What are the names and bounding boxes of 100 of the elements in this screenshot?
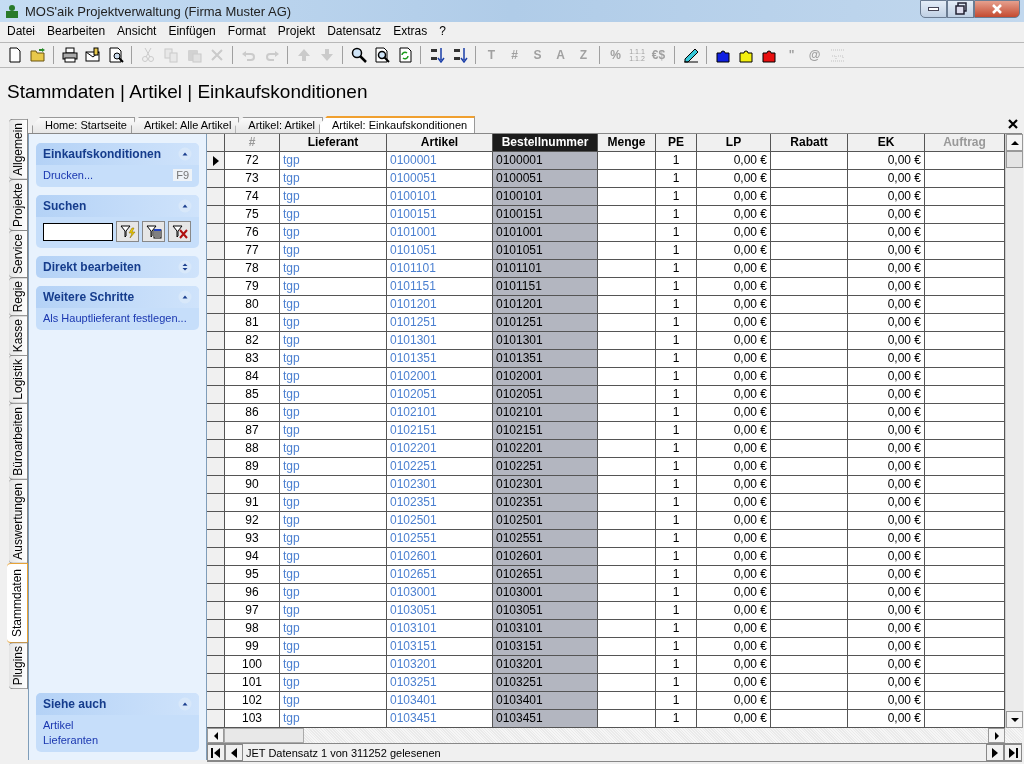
- row-selector[interactable]: [207, 278, 225, 296]
- column-header[interactable]: Menge: [598, 134, 656, 152]
- document-tab[interactable]: Home: Startseite: [32, 117, 135, 133]
- table-cell: 0103051: [493, 602, 598, 620]
- minimize-button[interactable]: [920, 0, 947, 18]
- row-selector[interactable]: [207, 224, 225, 242]
- close-icon[interactable]: [1006, 117, 1020, 131]
- side-tab[interactable]: Stammdaten: [7, 562, 28, 643]
- restore-button[interactable]: [947, 0, 974, 18]
- side-tab[interactable]: Allgemein: [9, 119, 28, 180]
- document-tab[interactable]: Artikel: Alle Artikel: [130, 117, 240, 133]
- row-selector[interactable]: [207, 242, 225, 260]
- side-tab[interactable]: Büroarbeiten: [9, 403, 28, 480]
- row-selector[interactable]: [207, 386, 225, 404]
- table-cell: tgp: [280, 224, 387, 242]
- filter-button[interactable]: [116, 221, 139, 242]
- side-tab[interactable]: Auswertungen: [9, 478, 28, 564]
- row-selector[interactable]: [207, 296, 225, 314]
- column-header[interactable]: EK: [848, 134, 925, 152]
- row-selector[interactable]: [207, 638, 225, 656]
- column-header[interactable]: PE: [656, 134, 697, 152]
- scroll-down-button[interactable]: [1006, 711, 1023, 728]
- row-selector[interactable]: [207, 566, 225, 584]
- row-selector[interactable]: [207, 350, 225, 368]
- side-tab[interactable]: Service: [9, 229, 28, 278]
- row-selector[interactable]: [207, 530, 225, 548]
- row-selector[interactable]: [207, 674, 225, 692]
- table-cell: 0,00 €: [848, 458, 925, 476]
- row-selector[interactable]: [207, 692, 225, 710]
- task-link[interactable]: Drucken...: [43, 169, 94, 181]
- row-selector[interactable]: [207, 404, 225, 422]
- scroll-left-button[interactable]: [207, 728, 224, 743]
- menu-item[interactable]: Bearbeiten: [41, 24, 112, 38]
- scroll-up-button[interactable]: [1006, 134, 1023, 151]
- column-header[interactable]: Bestellnummer: [493, 134, 598, 152]
- table-cell: [598, 152, 656, 170]
- row-selector[interactable]: [207, 314, 225, 332]
- side-tab[interactable]: Regie: [9, 276, 28, 317]
- task-link[interactable]: Als Hauptlieferant festlegen...: [43, 312, 187, 324]
- table-cell: 0102501: [493, 512, 598, 530]
- document-tab[interactable]: Artikel: Artikel: [235, 117, 323, 133]
- row-selector[interactable]: [207, 422, 225, 440]
- scrollbar-thumb[interactable]: [224, 728, 304, 743]
- side-tab[interactable]: Plugins: [9, 641, 28, 689]
- next-record-button[interactable]: [986, 744, 1004, 761]
- table-cell: 0100051: [493, 170, 598, 188]
- table-cell: tgp: [280, 260, 387, 278]
- filter-button[interactable]: [168, 221, 191, 242]
- table-cell: 75: [225, 206, 280, 224]
- menu-item[interactable]: ?: [433, 24, 452, 38]
- scroll-right-button[interactable]: [988, 728, 1005, 743]
- column-header[interactable]: Rabatt: [771, 134, 848, 152]
- row-selector[interactable]: [207, 512, 225, 530]
- table-cell: [598, 350, 656, 368]
- previous-record-button[interactable]: [225, 744, 243, 761]
- row-selector[interactable]: [207, 206, 225, 224]
- row-selector[interactable]: [207, 260, 225, 278]
- menu-item[interactable]: Format: [221, 24, 272, 38]
- scrollbar-thumb[interactable]: [1006, 151, 1023, 168]
- row-selector[interactable]: [207, 368, 225, 386]
- first-record-button[interactable]: [207, 744, 225, 761]
- table-cell: [598, 494, 656, 512]
- task-link[interactable]: Artikel: [43, 719, 74, 731]
- column-header[interactable]: LP: [697, 134, 771, 152]
- row-selector[interactable]: [207, 476, 225, 494]
- menu-item[interactable]: Einfügen: [162, 24, 222, 38]
- column-header[interactable]: Artikel: [387, 134, 493, 152]
- row-selector[interactable]: [207, 332, 225, 350]
- side-tab[interactable]: Logistik: [9, 355, 28, 405]
- menu-item[interactable]: Extras: [387, 24, 434, 38]
- side-tab[interactable]: Projekte: [9, 178, 28, 231]
- row-selector[interactable]: [207, 602, 225, 620]
- row-selector[interactable]: [207, 188, 225, 206]
- table-cell: 0,00 €: [848, 692, 925, 710]
- row-selector[interactable]: [207, 710, 225, 728]
- menu-item[interactable]: Datei: [1, 24, 41, 38]
- table-cell: tgp: [280, 242, 387, 260]
- table-cell: 0101001: [387, 224, 493, 242]
- menu-item[interactable]: Projekt: [271, 24, 322, 38]
- column-header[interactable]: Lieferant: [280, 134, 387, 152]
- row-selector[interactable]: [207, 458, 225, 476]
- table-cell: [598, 260, 656, 278]
- menu-item[interactable]: Ansicht: [111, 24, 163, 38]
- row-selector[interactable]: [207, 152, 225, 170]
- row-selector[interactable]: [207, 620, 225, 638]
- row-selector[interactable]: [207, 656, 225, 674]
- side-tab[interactable]: Kasse: [9, 315, 28, 357]
- search-field[interactable]: [43, 222, 113, 241]
- task-link[interactable]: Lieferanten: [43, 734, 99, 746]
- row-selector[interactable]: [207, 440, 225, 458]
- close-button[interactable]: [974, 0, 1020, 18]
- row-selector[interactable]: [207, 494, 225, 512]
- menu-item[interactable]: Datensatz: [321, 24, 388, 38]
- row-selector[interactable]: [207, 584, 225, 602]
- last-record-button[interactable]: [1004, 744, 1022, 761]
- table-cell: 0,00 €: [848, 188, 925, 206]
- row-selector[interactable]: [207, 170, 225, 188]
- row-selector[interactable]: [207, 548, 225, 566]
- filter-button[interactable]: [142, 221, 165, 242]
- document-tab[interactable]: Artikel: Einkaufskonditionen: [319, 116, 476, 133]
